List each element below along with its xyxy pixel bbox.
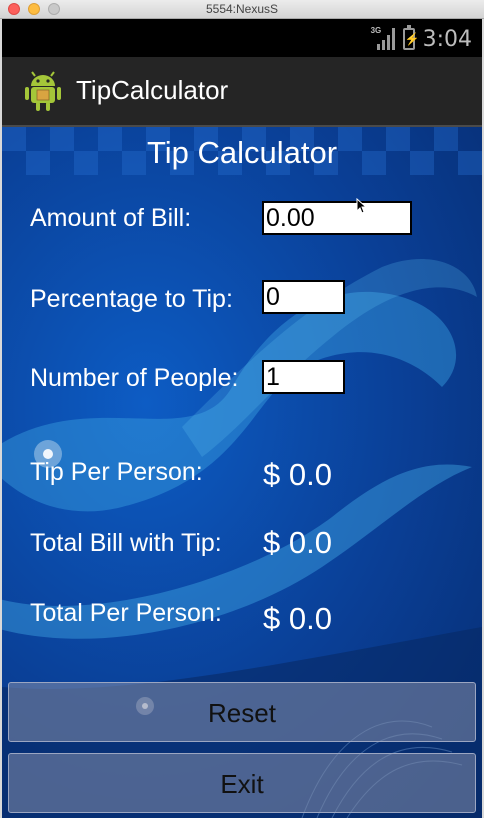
device-screen: 3G ⚡ 3:04 TipCalculator Tip Calculator A…	[2, 19, 482, 818]
total-per-person-value: $ 0.0	[263, 601, 332, 636]
bill-amount-input[interactable]: 0.00	[262, 201, 412, 235]
network-type-label: 3G	[370, 26, 382, 35]
action-bar: TipCalculator	[2, 57, 482, 127]
number-of-people-input[interactable]: 1	[262, 360, 345, 394]
tip-percentage-input[interactable]: 0	[262, 280, 345, 314]
tip-percentage-label: Percentage to Tip:	[30, 285, 233, 313]
tip-per-person-label: Tip Per Person:	[30, 458, 203, 486]
number-of-people-label: Number of People:	[30, 364, 239, 392]
bill-amount-label: Amount of Bill:	[30, 204, 192, 232]
main-content: Tip Calculator Amount of Bill: 0.00 Perc…	[2, 127, 482, 818]
status-bar: 3G ⚡ 3:04	[2, 19, 482, 57]
reset-button[interactable]: Reset	[8, 682, 476, 742]
android-robot-icon	[25, 71, 61, 111]
mouse-pointer-icon	[356, 198, 366, 214]
total-bill-with-tip-value: $ 0.0	[263, 525, 332, 560]
tip-per-person-value: $ 0.0	[263, 457, 332, 492]
signal-icon: 3G	[370, 26, 395, 50]
app-title: TipCalculator	[76, 75, 229, 105]
battery-charging-icon: ⚡	[402, 25, 420, 50]
total-per-person-label: Total Per Person:	[30, 599, 222, 627]
window-titlebar: 5554:NexusS	[0, 0, 484, 19]
status-clock: 3:04	[422, 26, 472, 52]
form-heading: Tip Calculator	[146, 135, 338, 170]
window-title: 5554:NexusS	[205, 2, 279, 16]
exit-button[interactable]: Exit	[8, 753, 476, 813]
total-bill-with-tip-label: Total Bill with Tip:	[30, 529, 222, 557]
